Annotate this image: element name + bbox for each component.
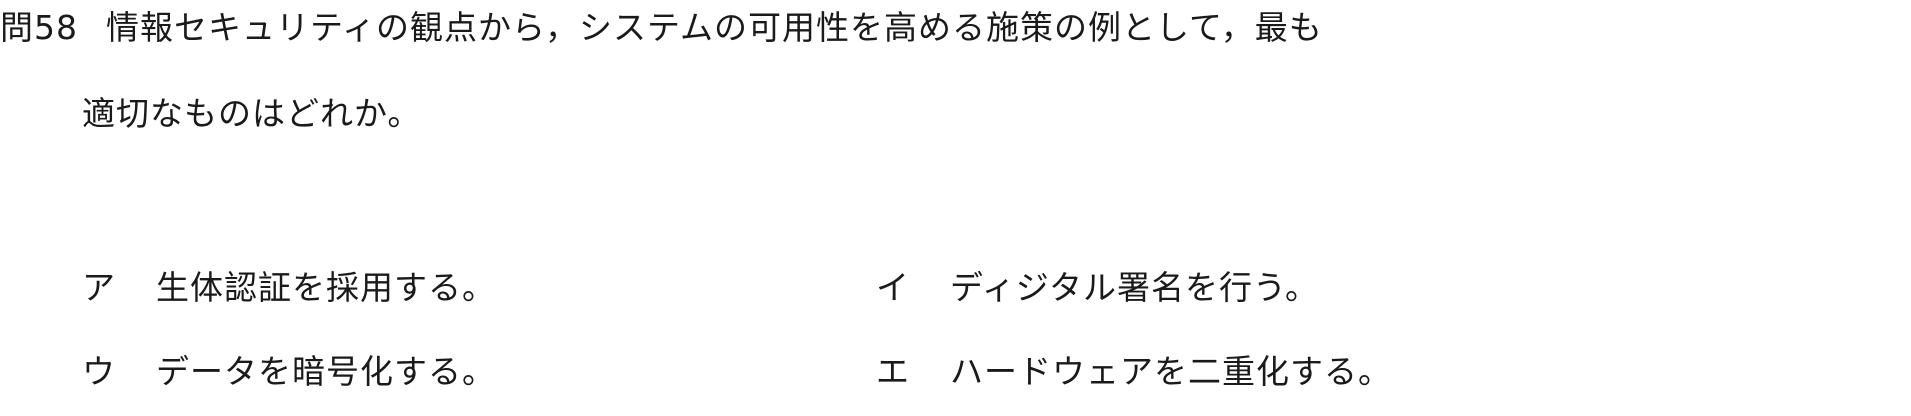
choice-marker: ウ [82, 352, 116, 391]
exam-question-page: 問58 情報セキュリティの観点から，システムの可用性を高める施策の例として，最も … [0, 0, 1911, 416]
choice-marker: ア [82, 268, 116, 307]
choice-text: ディジタル署名を行う。 [950, 268, 1320, 307]
choice-u: ウ データを暗号化する。 [82, 350, 496, 394]
choice-marker: エ [876, 352, 910, 391]
choice-a: ア 生体認証を採用する。 [82, 266, 496, 310]
question-stem-line-1: 問58 情報セキュリティの観点から，システムの可用性を高める施策の例として，最も [0, 6, 1323, 50]
question-text-line-2: 適切なものはどれか。 [82, 94, 422, 133]
question-number: 問58 [0, 8, 78, 47]
question-text-line-1: 情報セキュリティの観点から，システムの可用性を高める施策の例として，最も [106, 8, 1323, 47]
question-stem-line-2: 適切なものはどれか。 [82, 92, 421, 136]
choice-marker: イ [876, 268, 910, 307]
choice-i: イ ディジタル署名を行う。 [876, 266, 1319, 310]
choice-text: 生体認証を採用する。 [156, 268, 496, 307]
choice-e: エ ハードウェアを二重化する。 [876, 350, 1392, 394]
choice-text: データを暗号化する。 [156, 352, 496, 391]
choice-text: ハードウェアを二重化する。 [950, 352, 1392, 391]
